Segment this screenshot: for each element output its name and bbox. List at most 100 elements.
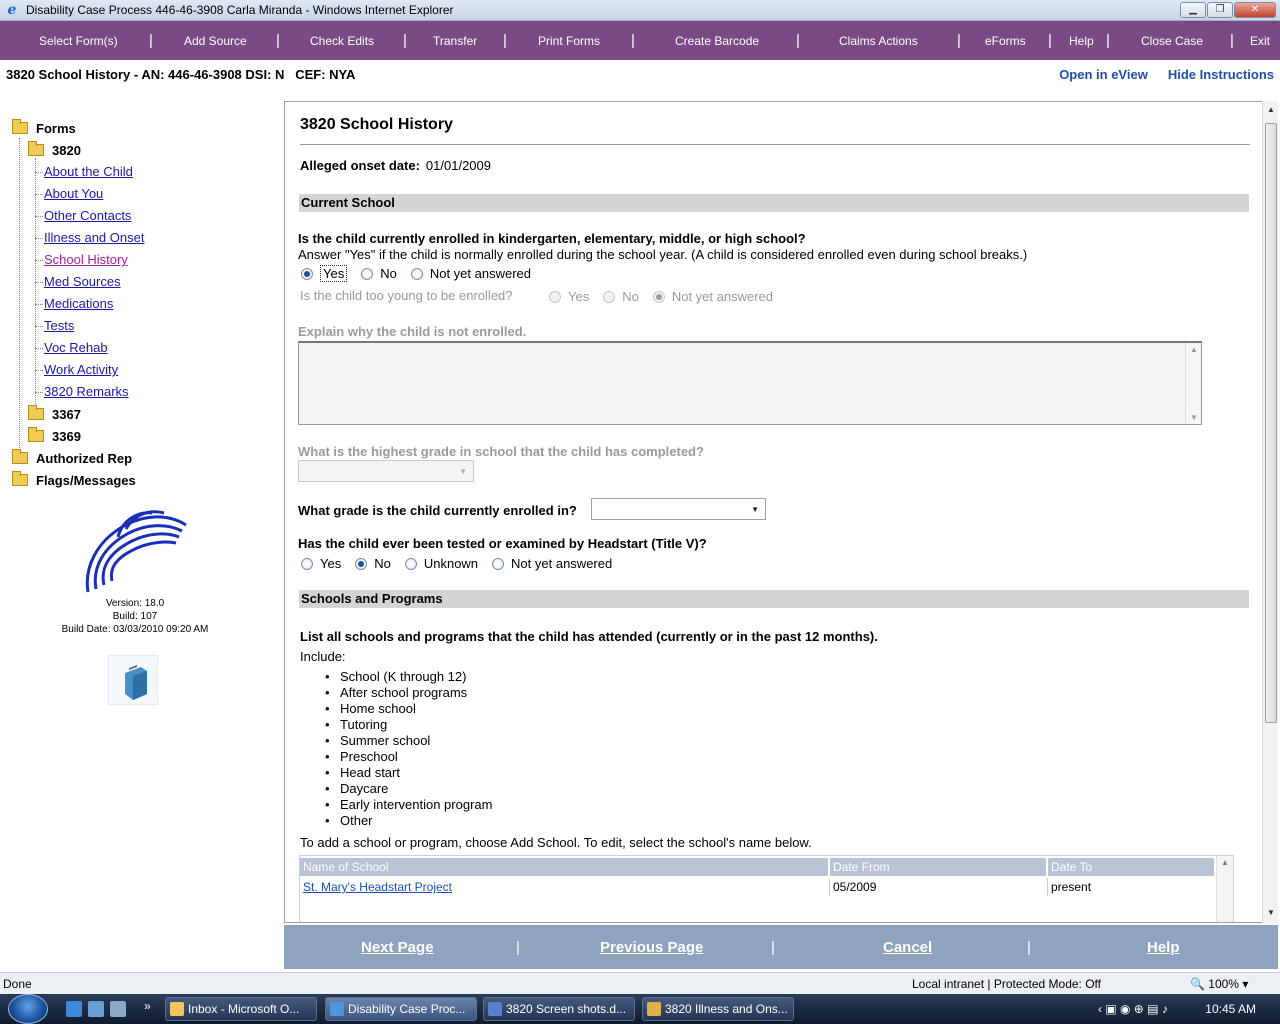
start-button[interactable] [8, 994, 48, 1024]
textarea-scrollbar[interactable]: ▲ ▼ [1185, 343, 1201, 424]
column-header-date-from[interactable]: Date From [830, 858, 1048, 876]
menu-add-source[interactable]: Add Source [180, 34, 251, 48]
section-schools-programs: Schools and Programs [299, 590, 1249, 608]
headstart-yes-radio[interactable] [301, 557, 313, 570]
tree-node-flags-messages[interactable]: Flags/Messages [12, 470, 136, 490]
scrollbar-thumb[interactable] [1265, 123, 1277, 723]
menu-transfer[interactable]: Transfer [429, 34, 481, 48]
table-scrollbar[interactable]: ▲ [1216, 856, 1233, 922]
headstart-unknown-radio[interactable] [404, 557, 417, 570]
open-in-eview-link[interactable]: Open in eView [1059, 67, 1148, 82]
main-scrollbar[interactable]: ▲ ▼ [1262, 101, 1278, 923]
nav-illness-and-onset[interactable]: Illness and Onset [44, 230, 144, 245]
question-current-grade: What grade is the child currently enroll… [298, 503, 577, 518]
previous-page-button[interactable]: Previous Page [600, 939, 703, 956]
restore-button[interactable]: ❐ [1207, 2, 1233, 18]
list-item: School (K through 12) [325, 669, 492, 685]
menu-close-case[interactable]: Close Case [1137, 34, 1207, 48]
current-grade-select[interactable]: ▼ [591, 498, 766, 520]
tree-node-forms[interactable]: Forms [12, 118, 76, 138]
taskbar-illness-onset[interactable]: 3820 Illness and Ons... [642, 997, 794, 1021]
minimize-button[interactable]: ▁ [1180, 2, 1206, 18]
folder-icon [12, 471, 28, 486]
hide-instructions-link[interactable]: Hide Instructions [1168, 67, 1274, 82]
outlook-icon [170, 1002, 184, 1016]
headstart-no-radio[interactable] [355, 557, 368, 570]
question-enrolled: Is the child currently enrolled in kinde… [298, 231, 806, 246]
folder-icon [28, 141, 44, 156]
school-name-link[interactable]: St. Mary's Headstart Project [300, 878, 830, 896]
scroll-down-icon: ▼ [1190, 413, 1198, 422]
chevron-down-icon: ▼ [751, 505, 759, 514]
taskbar-outlook[interactable]: Inbox - Microsoft O... [165, 997, 317, 1021]
enrolled-not-yet-radio[interactable] [410, 267, 423, 280]
status-text: Done [3, 977, 32, 991]
window-titlebar: e Disability Case Process 446-46-3908 Ca… [0, 0, 1280, 21]
too-young-no-radio[interactable] [603, 290, 616, 303]
system-tray-icons[interactable]: ‹ ▣ ◉ ⊕ ▤ ♪ [1098, 1002, 1168, 1016]
headstart-not-yet-radio[interactable] [492, 557, 505, 570]
too-young-yes-radio[interactable] [549, 290, 561, 303]
tree-node-3820[interactable]: 3820 [28, 140, 81, 160]
version-label: Version: 18.0 [105, 598, 165, 609]
table-row: St. Mary's Headstart Project 05/2009 pre… [300, 878, 1230, 896]
scroll-up-icon[interactable]: ▲ [1267, 105, 1275, 114]
close-window-button[interactable]: ✕ [1234, 2, 1276, 18]
list-item: Tutoring [325, 717, 492, 733]
case-header: 3820 School History - AN: 446-46-3908 DS… [0, 60, 1280, 92]
list-item: Head start [325, 765, 492, 781]
menu-select-forms[interactable]: Select Form(s) [35, 34, 122, 48]
switch-windows-icon[interactable] [110, 1001, 126, 1017]
headstart-radio-group: Yes No Unknown Not yet answered [301, 556, 626, 571]
menu-help[interactable]: Help [1065, 34, 1098, 48]
menu-print-forms[interactable]: Print Forms [534, 34, 604, 48]
too-young-not-yet-radio[interactable] [652, 290, 665, 303]
taskbar-word-doc[interactable]: 3820 Screen shots.d... [483, 997, 635, 1021]
show-desktop-icon[interactable] [88, 1001, 104, 1017]
enrolled-yes-radio[interactable] [301, 267, 313, 280]
nav-work-activity[interactable]: Work Activity [44, 362, 118, 377]
column-header-date-to[interactable]: Date To [1048, 858, 1216, 876]
menu-create-barcode[interactable]: Create Barcode [671, 34, 763, 48]
highest-grade-select[interactable]: ▼ [298, 460, 474, 482]
internet-explorer-icon [330, 1002, 344, 1016]
question-too-young: Is the child too young to be enrolled? [300, 288, 513, 303]
enrolled-no-radio[interactable] [361, 267, 374, 280]
taskbar-disability-case[interactable]: Disability Case Proc... [325, 997, 477, 1021]
list-item: Summer school [325, 733, 492, 749]
window-controls: ▁ ❐ ✕ [1180, 2, 1276, 18]
menu-exit[interactable]: Exit [1246, 34, 1274, 48]
cancel-button[interactable]: Cancel [883, 939, 932, 956]
schools-table: Name of School Date From Date To St. Mar… [299, 855, 1234, 922]
menu-claims-actions[interactable]: Claims Actions [835, 34, 922, 48]
nav-voc-rehab[interactable]: Voc Rehab [44, 340, 108, 355]
question-headstart: Has the child ever been tested or examin… [298, 536, 707, 551]
help-button[interactable]: Help [1147, 939, 1180, 956]
tree-node-3369[interactable]: 3369 [28, 426, 81, 446]
tree-node-3367[interactable]: 3367 [28, 404, 81, 424]
nav-med-sources[interactable]: Med Sources [44, 274, 121, 289]
list-item: Other [325, 813, 492, 829]
explain-textarea[interactable]: ▲ ▼ [298, 341, 1202, 425]
zoom-level[interactable]: 🔍 100% ▾ [1190, 977, 1248, 991]
next-page-button[interactable]: Next Page [361, 939, 434, 956]
scroll-down-icon[interactable]: ▼ [1267, 908, 1275, 917]
folder-icon [28, 427, 44, 442]
school-date-from: 05/2009 [830, 878, 1048, 896]
ie-quicklaunch-icon[interactable] [66, 1001, 82, 1017]
list-item: Early intervention program [325, 797, 492, 813]
nav-tests[interactable]: Tests [44, 318, 74, 333]
menu-eforms[interactable]: eForms [981, 34, 1030, 48]
nav-about-the-child[interactable]: About the Child [44, 164, 133, 179]
nav-medications[interactable]: Medications [44, 296, 113, 311]
briefcase-icon[interactable] [108, 655, 158, 705]
nav-3820-remarks[interactable]: 3820 Remarks [44, 384, 129, 399]
column-header-name[interactable]: Name of School [300, 858, 830, 876]
nav-about-you[interactable]: About You [44, 186, 103, 201]
nav-school-history[interactable]: School History [44, 252, 128, 267]
tree-node-authorized-rep[interactable]: Authorized Rep [12, 448, 132, 468]
nav-other-contacts[interactable]: Other Contacts [44, 208, 131, 223]
windows-taskbar: » Inbox - Microsoft O... Disability Case… [0, 994, 1280, 1024]
menu-check-edits[interactable]: Check Edits [306, 34, 378, 48]
quicklaunch-overflow-icon[interactable]: » [144, 999, 151, 1013]
